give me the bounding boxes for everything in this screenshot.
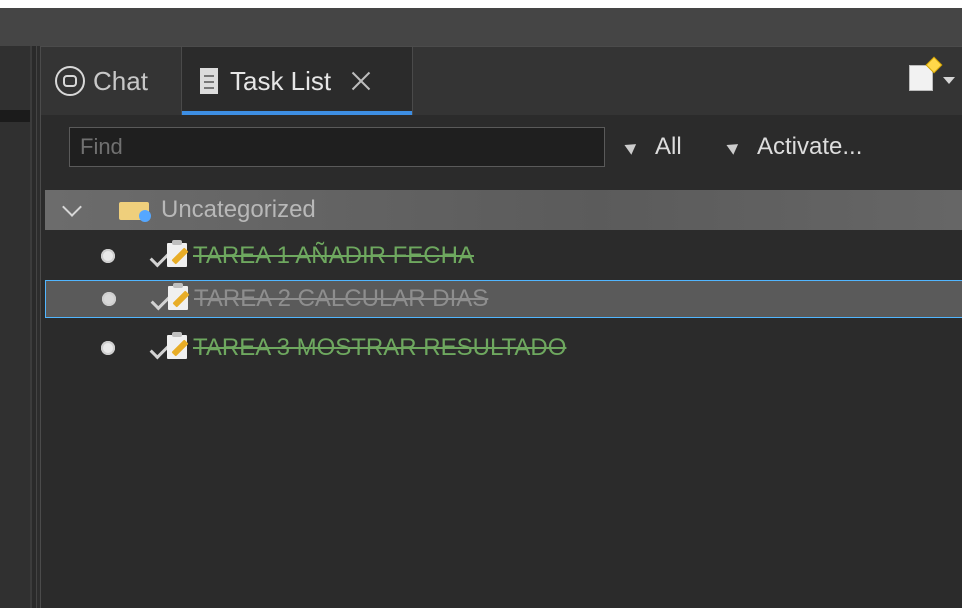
arrow-icon	[624, 139, 640, 155]
task-label: TAREA 1 AÑADIR FECHA	[193, 242, 474, 269]
chevron-down-icon[interactable]	[62, 197, 82, 217]
window-toolbar	[0, 8, 962, 46]
tab-chat[interactable]: Chat	[55, 47, 179, 115]
task-label: TAREA 2 CALCULAR DIAS	[194, 285, 489, 312]
left-panel-marker	[0, 110, 30, 122]
task-list-view: Chat Task List All Activate...	[40, 46, 962, 608]
task-status-icon[interactable]	[101, 249, 115, 263]
view-tab-bar: Chat Task List	[41, 47, 962, 116]
category-row-uncategorized[interactable]: Uncategorized	[45, 190, 962, 230]
task-icon	[149, 332, 189, 362]
task-icon	[149, 240, 189, 270]
panel-divider[interactable]	[32, 46, 37, 608]
task-icon	[150, 283, 190, 313]
folder-icon	[117, 198, 151, 222]
task-row[interactable]: TAREA 2 CALCULAR DIAS	[45, 280, 962, 318]
top-window-strip	[0, 0, 962, 8]
tab-task-list[interactable]: Task List	[181, 47, 413, 115]
new-task-icon[interactable]	[909, 65, 933, 91]
tab-chat-label: Chat	[93, 65, 148, 96]
task-status-icon[interactable]	[101, 341, 115, 355]
task-status-icon[interactable]	[102, 292, 116, 306]
task-row[interactable]: TAREA 3 MOSTRAR RESULTADO	[45, 326, 962, 370]
filter-all-label: All	[655, 133, 682, 160]
task-row[interactable]: TAREA 1 AÑADIR FECHA	[45, 234, 962, 278]
screen: Chat Task List All Activate...	[0, 0, 962, 608]
tab-task-list-label: Task List	[230, 65, 332, 96]
task-tree: Uncategorized TAREA 1 AÑADIR FECHA TAREA…	[41, 184, 962, 608]
find-toolbar: All Activate...	[41, 115, 962, 181]
close-icon[interactable]	[349, 69, 373, 93]
chevron-down-icon[interactable]	[943, 77, 955, 84]
category-label: Uncategorized	[161, 196, 316, 223]
filter-all-link[interactable]: All	[624, 133, 682, 161]
task-list-icon	[200, 68, 218, 94]
arrow-icon	[726, 139, 742, 155]
task-label: TAREA 3 MOSTRAR RESULTADO	[193, 334, 567, 361]
activate-link[interactable]: Activate...	[726, 133, 863, 161]
chat-icon	[55, 66, 85, 96]
left-panel	[0, 46, 32, 608]
activate-label: Activate...	[757, 133, 863, 160]
find-input[interactable]	[69, 127, 605, 167]
